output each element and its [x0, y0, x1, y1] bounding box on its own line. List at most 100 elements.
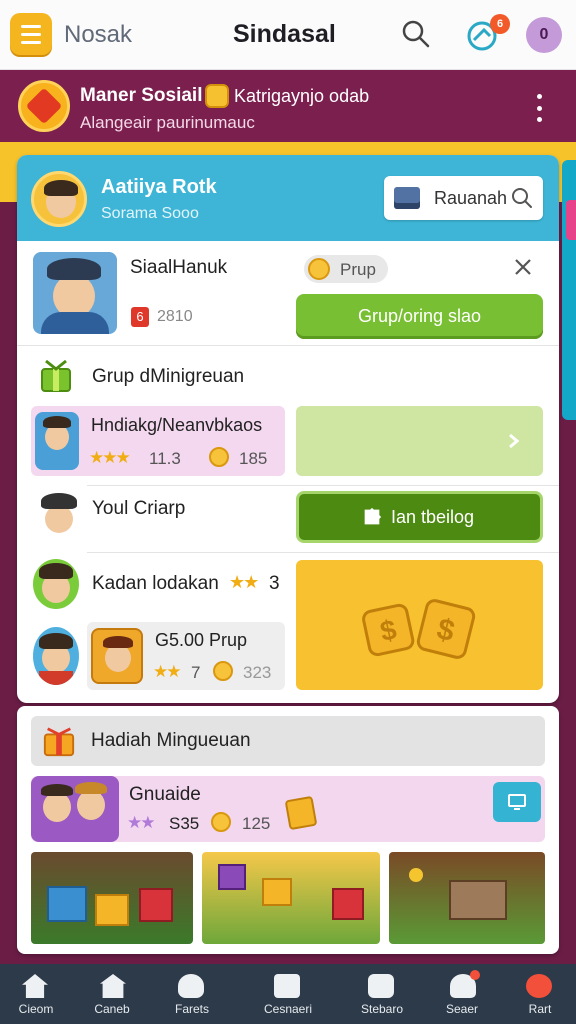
item-name: Youl Criarp [92, 498, 186, 519]
star-rating-icon: ★★ [127, 813, 156, 832]
search-icon[interactable] [510, 186, 534, 210]
menu-button[interactable] [10, 13, 52, 55]
gift-name: Gnuaide [129, 784, 201, 805]
coin-icon [211, 812, 231, 832]
gift-item[interactable]: Gnuaide ★★ S35 125 [31, 776, 545, 842]
close-icon[interactable] [513, 257, 533, 277]
nav-label: Cesnaeri [263, 1002, 313, 1016]
item-avatar [35, 412, 79, 470]
join-group-button[interactable]: Grup/oring slao [296, 294, 543, 339]
item-join-button[interactable]: Ian tbeilog [296, 491, 543, 543]
item-action-button[interactable] [296, 406, 543, 476]
open-gift-button[interactable] [493, 782, 541, 822]
gift-coins: 125 [242, 814, 271, 833]
coin-icon [308, 258, 330, 280]
player-avatar[interactable] [33, 252, 117, 334]
nav-label: Stebaro [360, 1002, 404, 1016]
search-label: Rauanah [434, 188, 508, 208]
list-item[interactable]: Hndiakg/Neanvbkaos ★★★ 11.3 185 [31, 406, 285, 476]
weekly-gift-section: Hadiah Mingueuan Gnuaide ★★ S35 125 [17, 706, 559, 954]
coin-icon [205, 84, 229, 108]
item-avatar [31, 776, 119, 842]
side-panel-edge [566, 200, 576, 240]
top-bar: Nosak Sindasal 6 0 [0, 0, 576, 70]
bottom-navigation: Cieom Caneb Farets Cesnaeri Stebaro Seae… [0, 964, 576, 1024]
nav-item-search[interactable]: Seaer [426, 964, 498, 1024]
player-score: 2810 [157, 308, 193, 325]
player-name: SiaalHanuk [130, 257, 228, 278]
rank-badge: 6 [131, 307, 149, 327]
menu-line [21, 32, 41, 36]
nav-item-store[interactable]: Stebaro [346, 964, 418, 1024]
item-coins: 185 [239, 449, 268, 468]
event-icon [526, 974, 552, 998]
item-name: Hndiakg/Neanvbkaos [91, 415, 263, 435]
banner-subtitle: Alangeair paurinumauc [80, 113, 255, 132]
item-avatar [91, 628, 143, 684]
search-field[interactable]: Rauanah [384, 176, 543, 220]
app-banner: Maner Sosiail Katrigaynjo odab Alangeair… [0, 70, 576, 142]
nav-item-shop[interactable]: Caneb [76, 964, 148, 1024]
user-avatar[interactable] [31, 171, 87, 227]
nav-label: Rart [528, 1002, 552, 1016]
notification-badge: 6 [490, 14, 510, 34]
item-name: Kadan lodakan [92, 573, 219, 594]
nav-item-messages[interactable]: Cesnaeri [252, 964, 324, 1024]
item-rating: 7 [191, 663, 201, 682]
app-logo [18, 80, 70, 132]
gift-box-icon [284, 795, 318, 831]
page-title: Sindasal [233, 20, 336, 48]
nav-item-home[interactable]: Cieom [0, 964, 72, 1024]
menu-line [21, 24, 41, 28]
nav-label: Farets [174, 1002, 209, 1016]
dollar-coins-icon: $ $ [362, 599, 476, 659]
menu-line [21, 40, 41, 44]
gift-icon [41, 359, 71, 392]
nav-item-friends[interactable]: Farets [156, 964, 228, 1024]
item-price: G5.00 Prup [155, 630, 248, 650]
friends-icon [178, 974, 204, 998]
gift-icon [43, 727, 75, 757]
store-icon [368, 974, 394, 998]
screen-icon [508, 794, 526, 810]
user-name: Aatiiya Rotk [101, 176, 217, 198]
cube-icon [394, 187, 420, 209]
profile-avatar[interactable]: 0 [526, 17, 562, 53]
search-icon[interactable] [400, 18, 432, 50]
nav-label: Cieom [18, 1002, 54, 1016]
group-card: Aatiiya Rotk Sorama Sooo Rauanah SiaalHa… [17, 155, 559, 703]
coin-reward-panel[interactable]: $ $ [296, 560, 543, 690]
user-subtitle: Sorama Sooo [101, 205, 199, 222]
item-join-label: Ian tbeilog [391, 507, 475, 527]
plan-pill[interactable]: Prup [304, 255, 388, 283]
list-item[interactable]: G5.00 Prup ★★ 7 323 [87, 622, 285, 690]
nav-label: Seaer [445, 1002, 479, 1016]
brand-name: Nosak [64, 21, 133, 48]
chevron-right-icon [509, 433, 520, 449]
coin-icon [213, 661, 233, 681]
item-rating: 11.3 [149, 449, 181, 468]
star-rating-icon: ★★ [153, 662, 182, 681]
star-rating-icon: ★★★ [89, 448, 131, 467]
star-rating-icon: ★★ [229, 572, 259, 592]
coin-icon [209, 447, 229, 467]
banner-link[interactable]: Katrigaynjo odab [234, 86, 369, 107]
group-label: Grup dMinigreuan [92, 366, 245, 387]
item-coins: 323 [243, 663, 272, 682]
reward-thumbnail[interactable] [389, 852, 545, 944]
card-header: Aatiiya Rotk Sorama Sooo Rauanah [17, 155, 559, 241]
home-icon [22, 974, 48, 998]
section-title: Hadiah Mingueuan [91, 730, 251, 751]
reward-thumbnail[interactable] [202, 852, 380, 944]
item-rating: 3 [269, 573, 280, 594]
plan-pill-label: Prup [340, 260, 376, 279]
item-avatar [33, 627, 79, 685]
more-options-icon[interactable] [532, 94, 546, 122]
nav-label: Caneb [94, 1002, 130, 1016]
message-icon [274, 974, 300, 998]
nav-item-event[interactable]: Rart [504, 964, 576, 1024]
gift-rating: S35 [169, 814, 200, 833]
section-header: Hadiah Mingueuan [31, 716, 545, 766]
side-panel-edge [562, 160, 576, 420]
reward-thumbnail[interactable] [31, 852, 193, 944]
